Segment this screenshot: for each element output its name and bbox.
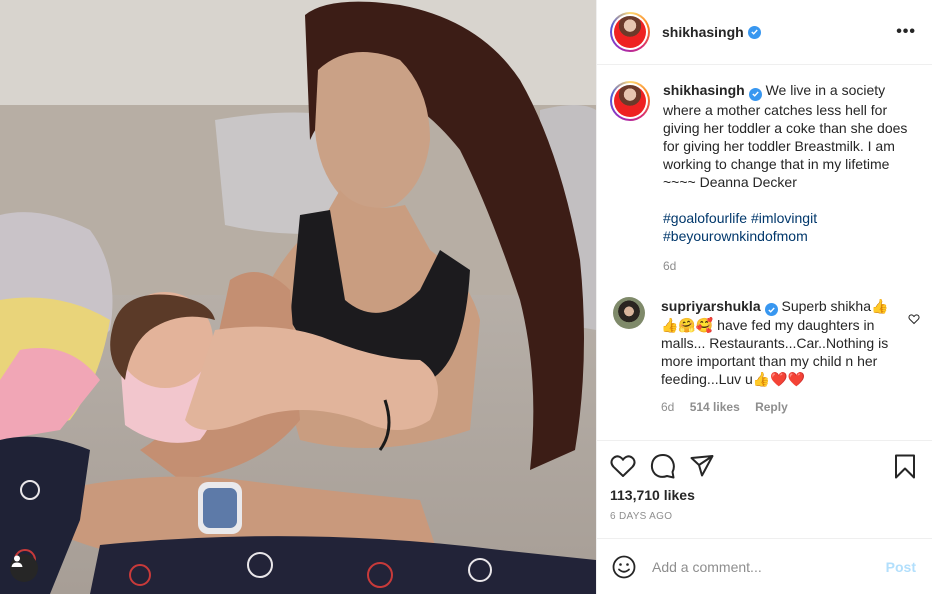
caption-username[interactable]: shikhasingh — [663, 82, 745, 98]
comment-likes[interactable]: 514 likes — [690, 400, 740, 414]
author-username[interactable]: shikhasingh — [662, 24, 744, 40]
hashtag-link[interactable]: #beyourownkindofmom — [663, 228, 808, 244]
post-side-panel: shikhasingh ••• shikhasingh We live in a… — [596, 0, 932, 594]
post-header: shikhasingh ••• — [597, 0, 932, 65]
verified-badge-icon — [748, 87, 762, 101]
caption-hashtags: #goalofourlife #imlovingit #beyourownkin… — [663, 209, 925, 245]
caption-avatar[interactable] — [610, 81, 650, 121]
verified-badge-icon — [764, 303, 778, 316]
hashtag-link[interactable]: #goalofourlife — [663, 210, 747, 226]
photo-illustration — [0, 0, 596, 594]
verified-badge-icon — [747, 25, 761, 39]
caption: shikhasingh We live in a society where a… — [610, 81, 916, 273]
more-options-icon[interactable]: ••• — [896, 23, 916, 41]
share-paper-plane-icon[interactable] — [690, 454, 714, 478]
comment-like-heart-icon[interactable] — [908, 312, 920, 328]
post-photo[interactable] — [0, 0, 596, 594]
action-bar — [610, 441, 916, 489]
post-date[interactable]: 6 DAYS AGO — [610, 511, 916, 522]
user-icon — [11, 555, 23, 567]
commenter-username[interactable]: supriyarshukla — [661, 298, 761, 314]
like-heart-icon[interactable] — [610, 454, 636, 478]
caption-age[interactable]: 6d — [663, 259, 676, 273]
post-comment-button[interactable]: Post — [886, 559, 916, 575]
comment-age[interactable]: 6d — [661, 400, 674, 414]
caption-text: We live in a society where a mother catc… — [663, 82, 908, 190]
tagged-users-button[interactable] — [10, 554, 38, 582]
comment-reply-button[interactable]: Reply — [755, 400, 788, 414]
add-comment-bar: Post — [597, 538, 932, 594]
author-avatar[interactable] — [610, 12, 650, 52]
post-actions-section: 113,710 likes 6 DAYS AGO — [597, 440, 932, 538]
save-bookmark-icon[interactable] — [894, 454, 916, 479]
likes-count[interactable]: 113,710 likes — [610, 487, 916, 503]
commenter-avatar[interactable] — [613, 296, 645, 329]
comment-item: supriyarshukla Superb shikha👍👍🤗🥰 have fe… — [610, 296, 916, 414]
hashtag-link[interactable]: #imlovingit — [751, 210, 817, 226]
comment-bubble-icon[interactable] — [650, 453, 676, 479]
emoji-smiley-icon[interactable] — [612, 555, 636, 579]
comment-input[interactable] — [652, 558, 886, 575]
instagram-post: shikhasingh ••• shikhasingh We live in a… — [0, 0, 932, 594]
comments-list[interactable]: shikhasingh We live in a society where a… — [597, 65, 932, 440]
